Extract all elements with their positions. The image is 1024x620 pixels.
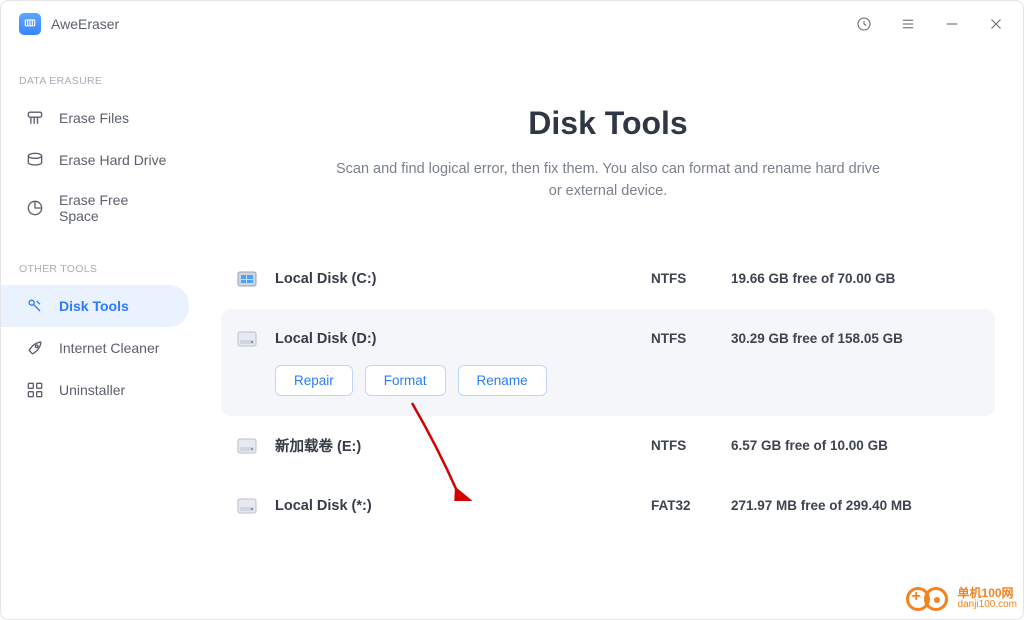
sidebar-item-label: Erase Hard Drive bbox=[59, 152, 166, 168]
shredder-icon bbox=[25, 108, 45, 128]
disk-list: Local Disk (C:)NTFS19.66 GB free of 70.0… bbox=[221, 249, 995, 536]
pie-icon bbox=[25, 198, 45, 218]
sidebar-item-uninstaller[interactable]: Uninstaller bbox=[1, 369, 189, 411]
sidebar-section-data-erasure: DATA ERASURE bbox=[1, 75, 201, 97]
disk-filesystem: NTFS bbox=[651, 331, 731, 346]
disk-space: 6.57 GB free of 10.00 GB bbox=[731, 438, 981, 453]
sidebar-item-label: Internet Cleaner bbox=[59, 340, 159, 356]
disk-icon bbox=[235, 494, 259, 518]
sidebar-item-disk-tools[interactable]: Disk Tools bbox=[1, 285, 189, 327]
disk-actions: Repair Format Rename bbox=[275, 365, 981, 396]
sidebar-item-label: Erase Free Space bbox=[59, 192, 171, 224]
disk-row[interactable]: 新加载卷 (E:) NTFS6.57 GB free of 10.00 GB bbox=[221, 416, 995, 476]
window-controls bbox=[855, 15, 1005, 33]
disk-filesystem: FAT32 bbox=[651, 498, 731, 513]
disk-space: 30.29 GB free of 158.05 GB bbox=[731, 331, 981, 346]
repair-button[interactable]: Repair bbox=[275, 365, 353, 396]
disk-name: Local Disk (D:) bbox=[275, 331, 377, 347]
disk-head: Local Disk (C:) NTFS19.66 GB free of 70.0… bbox=[235, 267, 981, 291]
format-button[interactable]: Format bbox=[365, 365, 446, 396]
app-name: AweEraser bbox=[51, 16, 119, 32]
disk-name: Local Disk (C:) bbox=[275, 271, 377, 287]
disk-icon bbox=[235, 434, 259, 458]
main-content: Disk Tools Scan and find logical error, … bbox=[201, 47, 1023, 619]
sidebar-section-other-tools: OTHER TOOLS bbox=[1, 263, 201, 285]
apps-icon bbox=[25, 380, 45, 400]
menu-icon[interactable] bbox=[899, 15, 917, 33]
watermark-line2: danji100.com bbox=[958, 600, 1017, 611]
history-icon[interactable] bbox=[855, 15, 873, 33]
disk-space: 19.66 GB free of 70.00 GB bbox=[731, 271, 981, 286]
disk-icon bbox=[235, 267, 259, 291]
tools-icon bbox=[25, 296, 45, 316]
watermark-logo-icon bbox=[906, 585, 952, 613]
page-subtitle: Scan and find logical error, then fix th… bbox=[328, 158, 888, 203]
app-window: AweEraser DATA ERASURE Erase Files Erase… bbox=[0, 0, 1024, 620]
sidebar-item-erase-hard-drive[interactable]: Erase Hard Drive bbox=[1, 139, 189, 181]
disk-filesystem: NTFS bbox=[651, 271, 731, 286]
disk-row[interactable]: Local Disk (*:) FAT32271.97 MB free of 29… bbox=[221, 476, 995, 536]
disk-name: Local Disk (*:) bbox=[275, 498, 372, 514]
disk-row[interactable]: Local Disk (D:) NTFS30.29 GB free of 158.… bbox=[221, 309, 995, 416]
watermark: 单机100网 danji100.com bbox=[906, 585, 1017, 613]
disk-icon bbox=[235, 327, 259, 351]
sidebar-item-label: Uninstaller bbox=[59, 382, 125, 398]
app-logo-icon bbox=[19, 13, 41, 35]
minimize-button[interactable] bbox=[943, 15, 961, 33]
titlebar: AweEraser bbox=[1, 1, 1023, 47]
sidebar-item-label: Disk Tools bbox=[59, 298, 129, 314]
hard-drive-icon bbox=[25, 150, 45, 170]
sidebar-item-internet-cleaner[interactable]: Internet Cleaner bbox=[1, 327, 189, 369]
rocket-icon bbox=[25, 338, 45, 358]
sidebar: DATA ERASURE Erase Files Erase Hard Driv… bbox=[1, 47, 201, 619]
disk-head: Local Disk (*:) FAT32271.97 MB free of 29… bbox=[235, 494, 981, 518]
sidebar-item-erase-free-space[interactable]: Erase Free Space bbox=[1, 181, 189, 235]
rename-button[interactable]: Rename bbox=[458, 365, 547, 396]
sidebar-item-erase-files[interactable]: Erase Files bbox=[1, 97, 189, 139]
sidebar-item-label: Erase Files bbox=[59, 110, 129, 126]
disk-filesystem: NTFS bbox=[651, 438, 731, 453]
disk-row[interactable]: Local Disk (C:) NTFS19.66 GB free of 70.0… bbox=[221, 249, 995, 309]
disk-space: 271.97 MB free of 299.40 MB bbox=[731, 498, 981, 513]
body: DATA ERASURE Erase Files Erase Hard Driv… bbox=[1, 47, 1023, 619]
disk-head: 新加载卷 (E:) NTFS6.57 GB free of 10.00 GB bbox=[235, 434, 981, 458]
page-title: Disk Tools bbox=[221, 105, 995, 142]
disk-head: Local Disk (D:) NTFS30.29 GB free of 158.… bbox=[235, 327, 981, 351]
disk-name: 新加载卷 (E:) bbox=[275, 435, 361, 456]
close-button[interactable] bbox=[987, 15, 1005, 33]
